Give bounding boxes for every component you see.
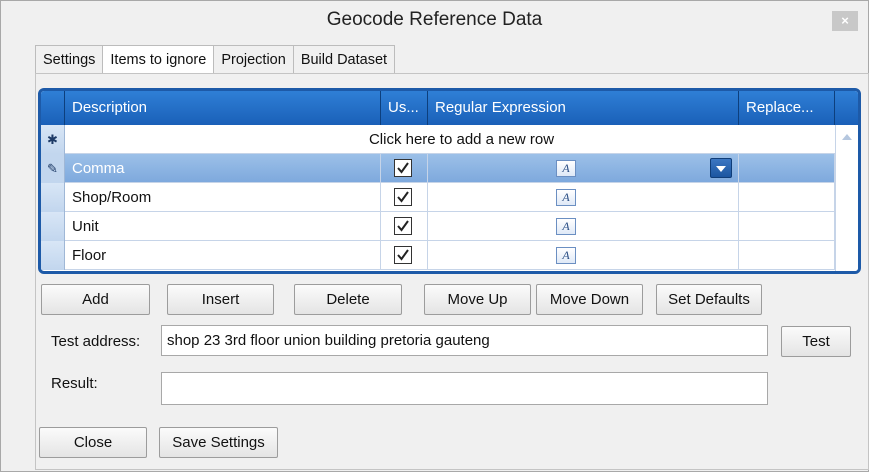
result-label: Result: [51, 375, 98, 392]
cell-regular-expression: A [428, 183, 739, 212]
move-up-button[interactable]: Move Up [424, 284, 531, 315]
use-checkbox[interactable] [394, 246, 412, 264]
regex-editor-icon[interactable]: A [556, 218, 576, 235]
regex-editor-icon[interactable]: A [556, 160, 576, 177]
test-address-input[interactable]: shop 23 3rd floor union building pretori… [161, 325, 768, 356]
tab-build-dataset[interactable]: Build Dataset [292, 45, 396, 74]
window-title: Geocode Reference Data [326, 9, 543, 30]
close-window-button[interactable]: × [832, 11, 858, 31]
save-settings-button[interactable]: Save Settings [159, 427, 278, 458]
row-selector[interactable] [41, 241, 65, 270]
new-row-marker-icon: ✱ [41, 125, 65, 154]
cell-description[interactable]: Floor [65, 241, 381, 270]
test-button[interactable]: Test [781, 326, 851, 357]
table-row[interactable]: Unit A [41, 212, 858, 241]
regex-dropdown-button[interactable] [710, 158, 732, 178]
add-button[interactable]: Add [41, 284, 150, 315]
tab-projection[interactable]: Projection [213, 45, 293, 74]
cell-replace[interactable] [739, 183, 835, 212]
move-down-button[interactable]: Move Down [536, 284, 643, 315]
cell-regular-expression: A [428, 212, 739, 241]
cell-description[interactable]: Comma [65, 154, 381, 183]
cell-description[interactable]: Shop/Room [65, 183, 381, 212]
table-row[interactable]: ✎ Comma A [41, 154, 858, 183]
ignore-items-grid[interactable]: Description Us... Regular Expression Rep… [38, 88, 861, 274]
cell-use [381, 212, 428, 241]
cell-regular-expression: A [428, 241, 739, 270]
new-row[interactable]: ✱ Click here to add a new row [41, 125, 858, 154]
row-selector[interactable] [41, 183, 65, 212]
column-header-replace[interactable]: Replace... [739, 91, 835, 125]
cell-replace[interactable] [739, 212, 835, 241]
cell-replace[interactable] [739, 154, 835, 183]
regex-editor-icon[interactable]: A [556, 189, 576, 206]
cell-use [381, 154, 428, 183]
vertical-scrollbar[interactable] [835, 125, 858, 271]
tab-strip: Settings Items to ignore Projection Buil… [35, 45, 396, 75]
test-address-label: Test address: [51, 333, 141, 350]
table-row[interactable]: Shop/Room A [41, 183, 858, 212]
dialog-window: Geocode Reference Data × Settings Items … [0, 0, 869, 472]
tab-settings[interactable]: Settings [35, 45, 103, 74]
use-checkbox[interactable] [394, 217, 412, 235]
new-row-prompt[interactable]: Click here to add a new row [65, 125, 858, 154]
cell-regular-expression: A [428, 154, 739, 183]
row-selector[interactable] [41, 212, 65, 241]
cell-description[interactable]: Unit [65, 212, 381, 241]
column-header-use[interactable]: Us... [381, 91, 428, 125]
cell-use [381, 241, 428, 270]
column-header-regular-expression[interactable]: Regular Expression [428, 91, 739, 125]
use-checkbox[interactable] [394, 188, 412, 206]
cell-replace[interactable] [739, 241, 835, 270]
title-bar: Geocode Reference Data × [1, 1, 868, 39]
table-row[interactable]: Floor A [41, 241, 858, 270]
tab-items-to-ignore[interactable]: Items to ignore [102, 45, 214, 75]
grid-header: Description Us... Regular Expression Rep… [41, 91, 858, 125]
edit-row-icon: ✎ [41, 154, 65, 183]
column-header-description[interactable]: Description [65, 91, 381, 125]
delete-button[interactable]: Delete [294, 284, 402, 315]
use-checkbox[interactable] [394, 159, 412, 177]
insert-button[interactable]: Insert [167, 284, 274, 315]
header-scroll-corner [835, 91, 858, 125]
scroll-up-arrow-icon[interactable] [842, 134, 852, 140]
result-field [161, 372, 768, 405]
close-button[interactable]: Close [39, 427, 147, 458]
set-defaults-button[interactable]: Set Defaults [656, 284, 762, 315]
header-selector-cell [41, 91, 65, 125]
regex-editor-icon[interactable]: A [556, 247, 576, 264]
cell-use [381, 183, 428, 212]
